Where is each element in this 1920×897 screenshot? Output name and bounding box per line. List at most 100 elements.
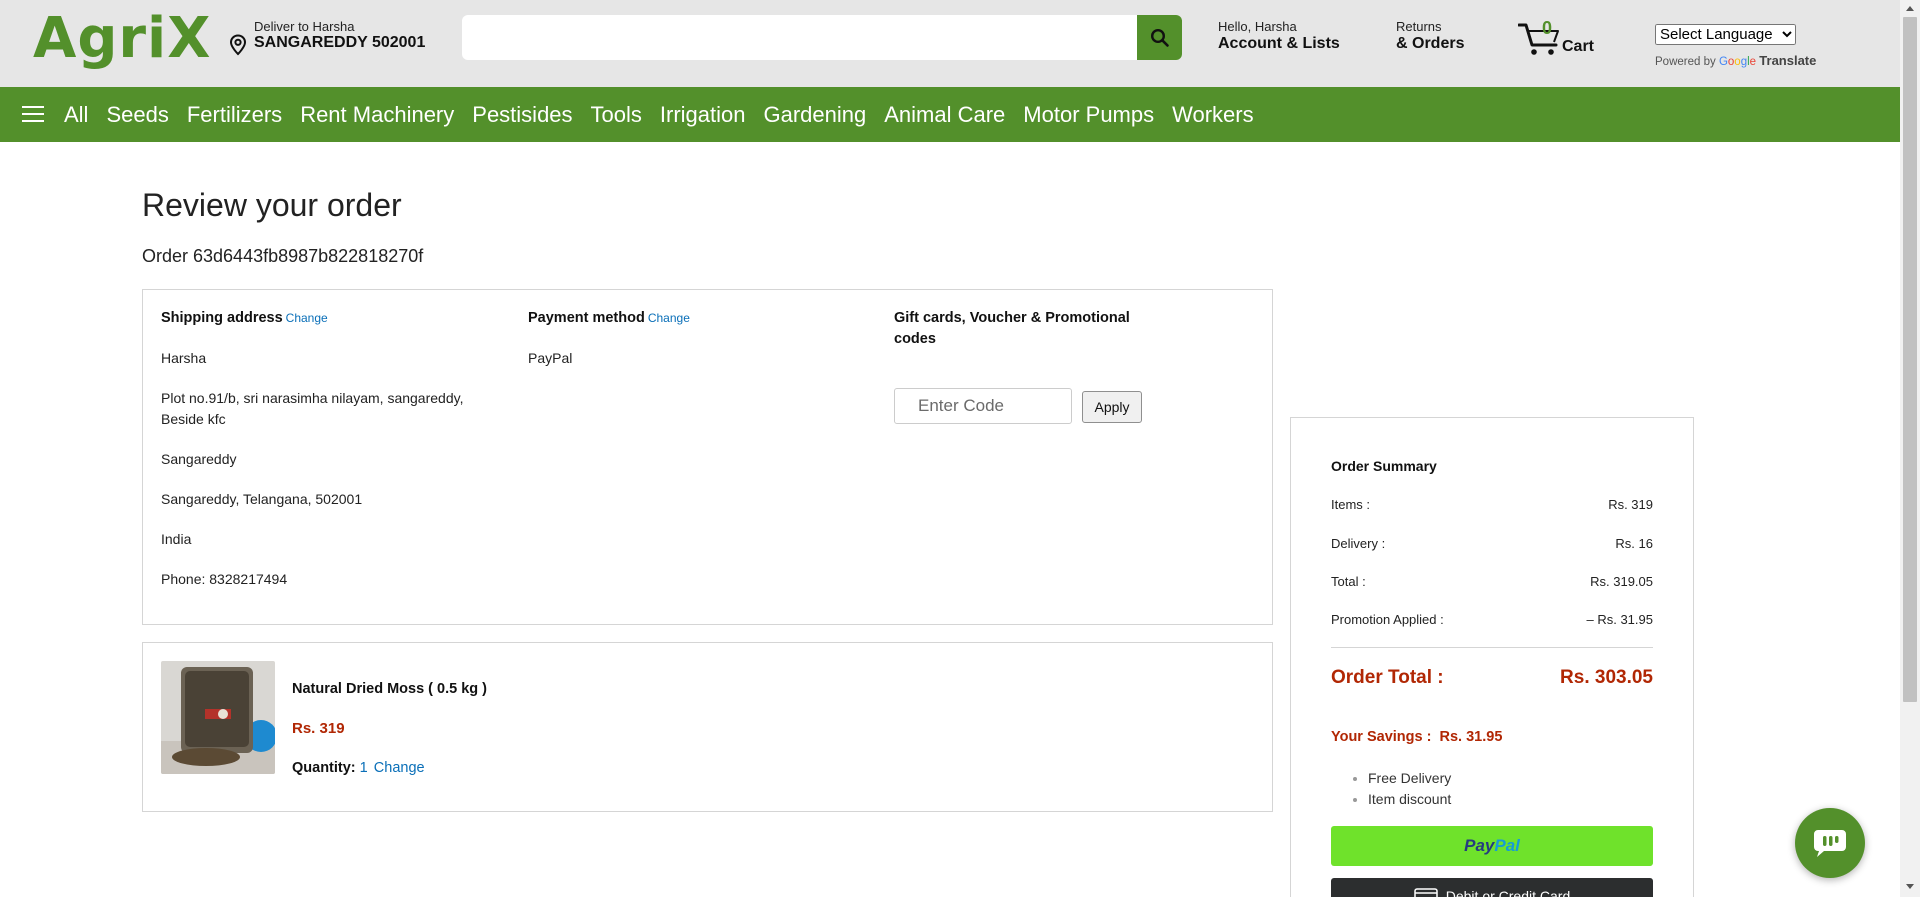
- search-bar: [462, 15, 1182, 60]
- perk-item: Free Delivery: [1368, 768, 1451, 789]
- search-icon: [1150, 28, 1169, 47]
- chat-widget-button[interactable]: [1795, 808, 1865, 878]
- summary-divider: [1331, 647, 1653, 648]
- summary-value: Rs. 319: [1608, 497, 1653, 512]
- summary-label: Total :: [1331, 574, 1366, 589]
- summary-row-items: Items : Rs. 319: [1331, 497, 1653, 512]
- paypal-logo-pay: Pay: [1464, 836, 1495, 855]
- scrollbar-thumb[interactable]: [1903, 17, 1917, 702]
- shipping-heading-label: Shipping address: [161, 310, 283, 326]
- top-header: AgriX Deliver to Harsha SANGAREDDY 50200…: [0, 0, 1900, 87]
- product-quantity: Quantity: 1 Change: [292, 760, 425, 776]
- scroll-down-arrow-icon[interactable]: [1906, 884, 1914, 889]
- shipping-region: Sangareddy, Telangana, 502001: [161, 491, 363, 507]
- search-input[interactable]: [462, 15, 1137, 60]
- agrix-logo[interactable]: AgriX: [33, 6, 211, 72]
- product-name[interactable]: Natural Dried Moss ( 0.5 kg ): [292, 681, 487, 697]
- category-nav-items: All Seeds Fertilizers Rent Machinery Pes…: [64, 87, 1272, 142]
- quantity-value: 1: [359, 760, 368, 776]
- cart-icon: [1518, 23, 1559, 55]
- promo-code-input[interactable]: [894, 388, 1072, 424]
- nav-item-pestisides[interactable]: Pestisides: [472, 102, 572, 128]
- nav-item-seeds[interactable]: Seeds: [106, 102, 168, 128]
- payment-heading-label: Payment method: [528, 310, 645, 326]
- orders-label: & Orders: [1396, 35, 1465, 52]
- payment-method-section: Payment method Change PayPal: [528, 308, 828, 369]
- summary-label: Items :: [1331, 497, 1371, 512]
- order-total-label: Order Total :: [1331, 667, 1444, 688]
- change-shipping-link[interactable]: Change: [286, 311, 328, 325]
- gift-code-section: Gift cards, Voucher & Promotional codes …: [894, 308, 1164, 424]
- nav-item-gardening[interactable]: Gardening: [764, 102, 867, 128]
- cart-count: 0: [1542, 18, 1553, 38]
- your-savings: Your Savings : Rs. 31.95: [1331, 729, 1502, 745]
- summary-value: – Rs. 31.95: [1586, 612, 1654, 627]
- order-summary-title: Order Summary: [1331, 458, 1437, 474]
- nav-item-tools[interactable]: Tools: [591, 102, 642, 128]
- shipping-country: India: [161, 531, 192, 547]
- powered-by-label: Powered by: [1655, 56, 1716, 68]
- language-select[interactable]: Select Language: [1655, 24, 1796, 45]
- savings-perks-list: Free Delivery Item discount: [1348, 768, 1451, 810]
- change-payment-link[interactable]: Change: [648, 311, 690, 325]
- order-item-box: Natural Dried Moss ( 0.5 kg ) Rs. 319 Qu…: [142, 642, 1273, 812]
- nav-item-workers[interactable]: Workers: [1172, 102, 1254, 128]
- summary-row-promotion: Promotion Applied : – Rs. 31.95: [1331, 612, 1653, 627]
- summary-value: Rs. 319.05: [1590, 574, 1653, 589]
- shipping-city: Sangareddy: [161, 451, 237, 467]
- cart-link[interactable]: 0 Cart: [1518, 18, 1598, 58]
- search-button[interactable]: [1137, 15, 1182, 60]
- returns-label: Returns: [1396, 19, 1442, 34]
- savings-label: Your Savings :: [1331, 729, 1432, 745]
- google-logo[interactable]: Google: [1719, 56, 1756, 68]
- returns-orders-link[interactable]: Returns & Orders: [1396, 19, 1464, 53]
- shipping-address-section: Shipping address Change Harsha Plot no.91…: [161, 308, 501, 590]
- account-menu[interactable]: Hello, Harsha Account & Lists: [1218, 19, 1340, 53]
- apply-code-button[interactable]: Apply: [1082, 391, 1142, 423]
- summary-label: Delivery :: [1331, 536, 1386, 551]
- summary-row-total: Total : Rs. 319.05: [1331, 574, 1653, 589]
- payment-heading: Payment method Change: [528, 308, 828, 329]
- order-total: Order Total : Rs. 303.05: [1331, 667, 1653, 689]
- card-button-label: Debit or Credit Card: [1445, 888, 1571, 897]
- perk-item: Item discount: [1368, 789, 1451, 810]
- order-id: Order 63d6443fb8987b822818270f: [142, 246, 424, 266]
- deliver-label: Deliver to Harsha: [254, 19, 355, 34]
- product-price: Rs. 319: [292, 720, 345, 737]
- page-title: Review your order: [142, 187, 402, 223]
- change-quantity-link[interactable]: Change: [374, 760, 425, 776]
- powered-by-google-translate: Powered by Google Translate: [1655, 53, 1816, 68]
- paypal-logo-pal: Pal: [1494, 836, 1520, 855]
- chat-bubble-icon: [1814, 830, 1846, 857]
- category-nav: All Seeds Fertilizers Rent Machinery Pes…: [0, 87, 1900, 142]
- shipping-heading: Shipping address Change: [161, 308, 501, 329]
- shipping-street: Plot no.91/b, sri narasimha nilayam, san…: [161, 390, 464, 427]
- cart-label: Cart: [1562, 38, 1595, 55]
- quantity-label: Quantity:: [292, 760, 356, 776]
- payment-method-value: PayPal: [528, 350, 573, 366]
- location-pin-icon: [229, 34, 247, 56]
- gift-heading: Gift cards, Voucher & Promotional codes: [894, 310, 1130, 347]
- nav-item-motor-pumps[interactable]: Motor Pumps: [1023, 102, 1154, 128]
- nav-item-rent-machinery[interactable]: Rent Machinery: [300, 102, 454, 128]
- shipping-phone: Phone: 8328217494: [161, 571, 288, 587]
- hamburger-menu-icon[interactable]: [22, 106, 44, 123]
- nav-item-animal-care[interactable]: Animal Care: [884, 102, 1005, 128]
- debit-credit-card-button[interactable]: Debit or Credit Card: [1331, 878, 1653, 897]
- order-total-value: Rs. 303.05: [1560, 667, 1653, 688]
- credit-card-icon: [1414, 888, 1438, 897]
- nav-item-irrigation[interactable]: Irrigation: [660, 102, 746, 128]
- nav-item-fertilizers[interactable]: Fertilizers: [187, 102, 282, 128]
- account-lists-label: Account & Lists: [1218, 35, 1340, 52]
- order-summary: Order Summary Items : Rs. 319 Delivery :…: [1290, 417, 1694, 897]
- page-scrollbar[interactable]: [1900, 0, 1920, 897]
- paypal-button[interactable]: Pay Pal: [1331, 826, 1653, 866]
- summary-row-delivery: Delivery : Rs. 16: [1331, 536, 1653, 551]
- product-image[interactable]: [161, 661, 275, 774]
- nav-item-all[interactable]: All: [64, 102, 88, 128]
- scroll-up-arrow-icon[interactable]: [1906, 6, 1914, 11]
- savings-value: Rs. 31.95: [1439, 729, 1503, 745]
- shipping-name: Harsha: [161, 350, 207, 366]
- deliver-address: SANGAREDDY 502001: [254, 34, 426, 51]
- summary-value: Rs. 16: [1615, 536, 1653, 551]
